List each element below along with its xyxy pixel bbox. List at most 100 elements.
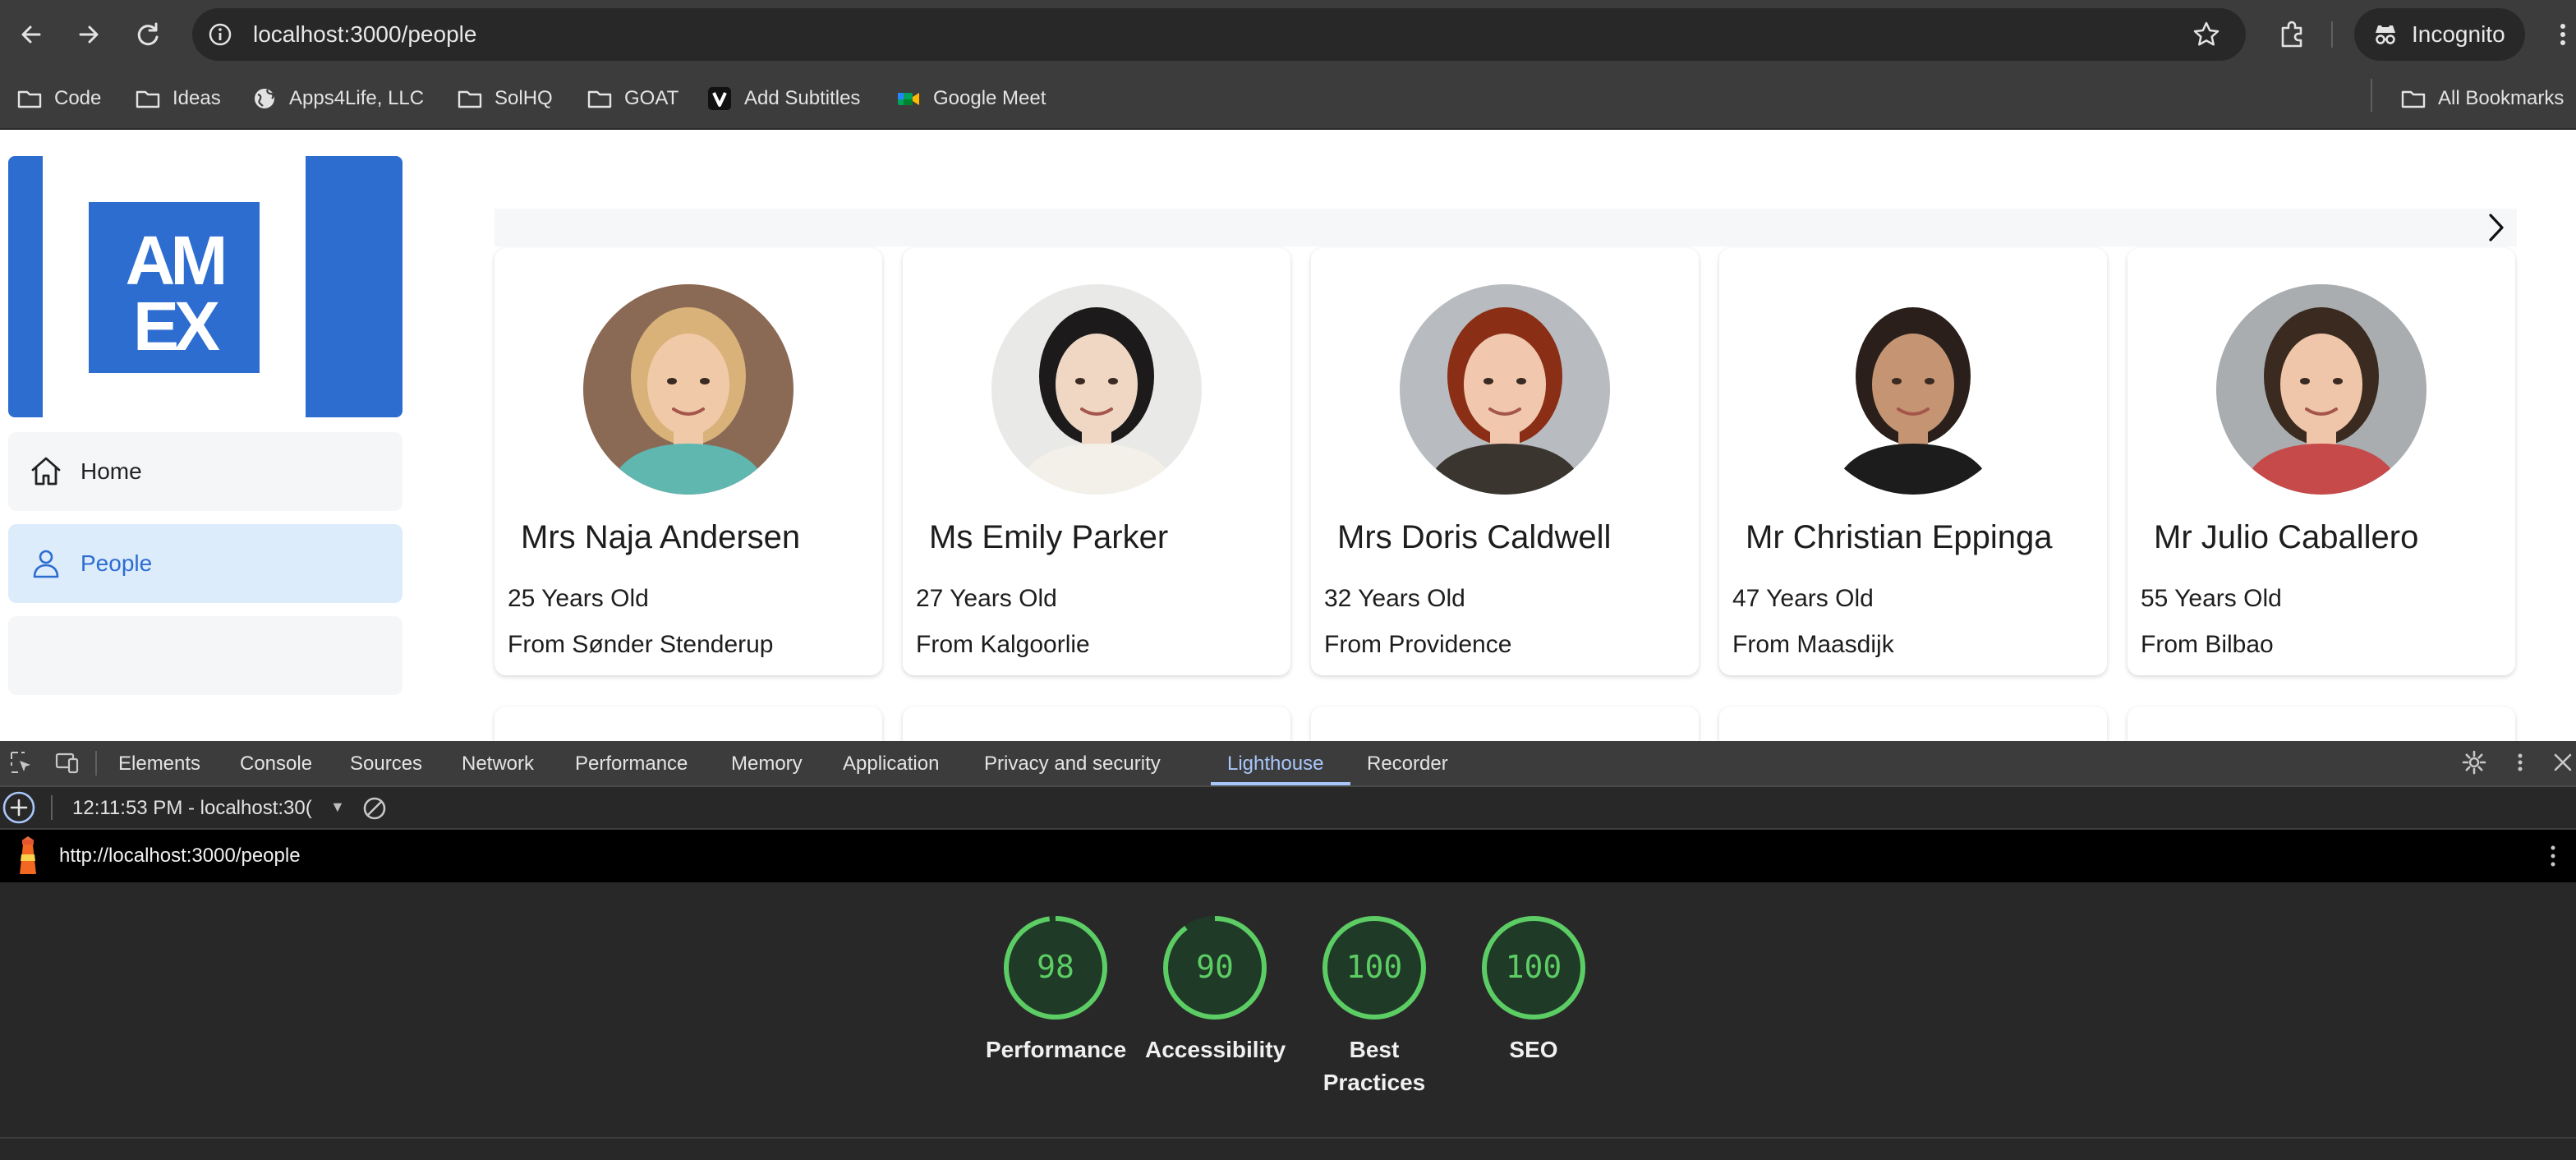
- tab-network[interactable]: Network: [462, 753, 534, 776]
- gauge-label: Performance: [986, 1033, 1127, 1066]
- gauge-ring: 98: [1004, 916, 1107, 1020]
- sidebar-item-home[interactable]: Home: [8, 432, 402, 511]
- person-photo: [1400, 284, 1610, 495]
- person-location: From Maasdijk: [1732, 631, 1894, 658]
- incognito-button[interactable]: Incognito: [2354, 8, 2525, 61]
- person-age: 47 Years Old: [1732, 585, 1874, 612]
- logo-text-bottom: EX: [133, 288, 220, 365]
- address-bar[interactable]: localhost:3000/people: [192, 8, 2246, 61]
- folder-icon: [136, 90, 160, 108]
- all-bookmarks-label: All Bookmarks: [2438, 87, 2564, 109]
- report-menu-icon[interactable]: [2545, 841, 2561, 871]
- tab-application[interactable]: Application: [843, 753, 939, 776]
- person-card-next-row: [903, 707, 1290, 741]
- folder-icon: [587, 90, 612, 108]
- report-selector[interactable]: 12:11:53 PM - localhost:30(: [72, 797, 343, 820]
- site-info-icon[interactable]: [205, 20, 235, 49]
- bookmark-label: Google Meet: [933, 87, 1046, 109]
- bookmark-solhq[interactable]: SolHQ: [457, 81, 553, 117]
- person-location: From Providence: [1324, 631, 1512, 658]
- bookmark-label: Code: [54, 87, 102, 109]
- person-card[interactable]: Mr Christian Eppinga 47 Years Old From Maa…: [1719, 248, 2107, 675]
- tab-lighthouse[interactable]: Lighthouse: [1227, 753, 1323, 776]
- active-tab-indicator: [1211, 782, 1350, 785]
- person-card[interactable]: Mrs Doris Caldwell 32 Years Old From Provi…: [1311, 248, 1699, 675]
- bookmark-label: Add Subtitles: [744, 87, 861, 109]
- clear-reports-icon[interactable]: [361, 795, 388, 822]
- devtools-menu-icon[interactable]: [2507, 749, 2533, 776]
- person-name: Mr Christian Eppinga: [1746, 519, 2053, 555]
- close-icon[interactable]: [2550, 749, 2576, 776]
- settings-gear-icon[interactable]: [2461, 749, 2487, 776]
- bookmark-ideas[interactable]: Ideas: [135, 81, 221, 117]
- device-toolbar-icon[interactable]: [54, 749, 80, 776]
- reload-button[interactable]: [131, 18, 164, 51]
- person-card[interactable]: Mrs Naja Andersen 25 Years Old From Sønder…: [494, 248, 882, 675]
- tab-divider: [95, 751, 97, 776]
- toolbar-divider: [2331, 21, 2333, 48]
- sidebar-item-label: People: [80, 550, 153, 576]
- lighthouse-report-header: http://localhost:3000/people: [0, 830, 2576, 882]
- v-logo-icon: [708, 87, 731, 110]
- tab-memory[interactable]: Memory: [731, 753, 803, 776]
- gauge-score: 90: [1196, 949, 1234, 985]
- sidebar-item-people[interactable]: People: [8, 524, 402, 603]
- forward-arrow-icon: [79, 25, 99, 44]
- tab-performance[interactable]: Performance: [575, 753, 688, 776]
- page-viewport: AM EX Home People Mrs Naja Andersen 25 Ye…: [0, 130, 2576, 741]
- tab-console[interactable]: Console: [240, 753, 312, 776]
- gauge-ring: 100: [1322, 916, 1426, 1020]
- all-bookmarks[interactable]: All Bookmarks: [2400, 81, 2564, 117]
- bookmark-goat[interactable]: GOAT: [586, 81, 678, 117]
- tab-recorder[interactable]: Recorder: [1367, 753, 1448, 776]
- tab-elements[interactable]: Elements: [118, 753, 200, 776]
- score-gauge[interactable]: 90 Accessibility: [1145, 914, 1286, 1066]
- forward-button[interactable]: [72, 18, 105, 51]
- person-photo: [583, 284, 794, 495]
- tab-sources[interactable]: Sources: [350, 753, 422, 776]
- google-meet-icon: [898, 93, 919, 105]
- amex-logo[interactable]: AM EX: [43, 156, 306, 419]
- person-photo: [991, 284, 1202, 495]
- chevron-down-icon[interactable]: ▼: [330, 799, 345, 816]
- bookmarks-bar: Code Ideas Apps4Life, LLC SolHQ GOAT Add…: [0, 69, 2576, 130]
- gauge-label-line: Accessibility: [1145, 1037, 1286, 1062]
- toolbar-divider: [51, 795, 53, 820]
- incognito-label: Incognito: [2412, 21, 2505, 47]
- person-name: Mrs Naja Andersen: [521, 519, 801, 555]
- gauge-label: Best Practices: [1304, 1033, 1444, 1099]
- bookmark-star-icon[interactable]: [2190, 18, 2223, 51]
- bookmark-google-meet[interactable]: Google Meet: [895, 81, 1046, 117]
- back-button[interactable]: [15, 18, 48, 51]
- bookmark-label: GOAT: [624, 87, 679, 109]
- gauge-label-line: Practices: [1322, 1070, 1426, 1095]
- tab-privacy-and-security[interactable]: Privacy and security: [984, 753, 1161, 776]
- sidebar-item-label: Home: [80, 458, 142, 484]
- avatar-image: [1400, 284, 1610, 495]
- address-url[interactable]: localhost:3000/people: [253, 21, 476, 48]
- bookmark-add-subtitles[interactable]: Add Subtitles: [706, 81, 860, 117]
- bookmark-apps4life[interactable]: Apps4Life, LLC: [251, 81, 424, 117]
- bookmark-code[interactable]: Code: [16, 81, 101, 117]
- new-report-plus-icon[interactable]: [2, 790, 36, 825]
- person-card[interactable]: Ms Emily Parker 27 Years Old From Kalgoorl…: [903, 248, 1290, 675]
- incognito-icon: [2376, 25, 2395, 44]
- score-gauge[interactable]: 100 Best Practices: [1304, 914, 1444, 1099]
- gauge-label: SEO: [1464, 1033, 1603, 1066]
- chevron-right-icon[interactable]: [2479, 210, 2514, 245]
- report-url[interactable]: http://localhost:3000/people: [59, 845, 301, 868]
- devtools-tab-bar: Elements Console Sources Network Performance…: [0, 741, 2576, 787]
- person-photo: [1808, 284, 2018, 495]
- gauge-label-line: Performance: [986, 1037, 1127, 1062]
- gauge-label-line: SEO: [1509, 1037, 1558, 1062]
- gauge-ring: 90: [1163, 916, 1267, 1020]
- devtools-panel: Elements Console Sources Network Performance…: [0, 741, 2576, 1160]
- report-divider: [0, 1137, 2576, 1139]
- gauge-ring: 100: [1482, 916, 1585, 1020]
- browser-menu-icon[interactable]: [2553, 18, 2573, 51]
- extensions-puzzle-icon[interactable]: [2275, 16, 2310, 51]
- score-gauge[interactable]: 98 Performance: [986, 914, 1127, 1066]
- person-card[interactable]: Mr Julio Caballero 55 Years Old From Bilba…: [2128, 248, 2515, 675]
- inspect-element-icon[interactable]: [8, 749, 34, 776]
- score-gauge[interactable]: 100 SEO: [1464, 914, 1603, 1066]
